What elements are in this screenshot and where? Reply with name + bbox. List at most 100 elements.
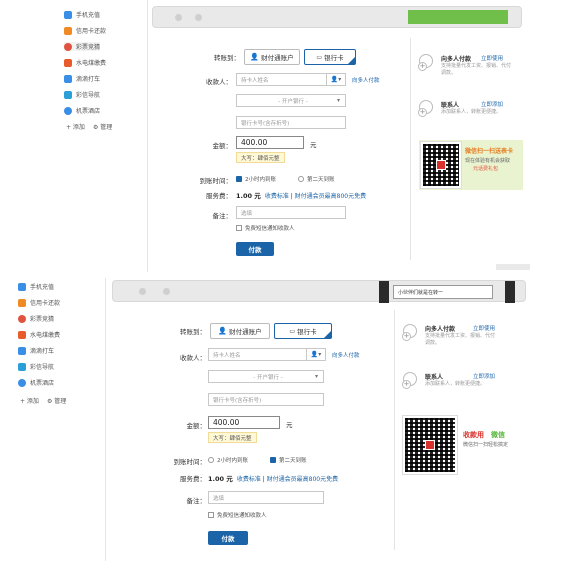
note-label: 备注： xyxy=(186,497,207,505)
arrival-radio-nextday[interactable]: 第二天到账 xyxy=(270,456,307,464)
bank-select[interactable]: - 开户银行 - ▾ xyxy=(208,370,324,383)
manage-link[interactable]: ⚙ 管理 xyxy=(47,396,66,405)
add-link[interactable]: + 添加 xyxy=(66,122,85,131)
sidebar-item-taxi[interactable]: 滴滴打车 xyxy=(18,346,54,355)
sidebar-ops: + 添加 ⚙ 管理 xyxy=(20,396,66,405)
arrival-radio-nextday[interactable]: 第二天到账 xyxy=(298,175,335,183)
selected-corner-icon xyxy=(324,331,331,338)
manage-link[interactable]: ⚙ 管理 xyxy=(93,122,112,131)
tab-tenpay-account[interactable]: 👤 财付通账户 xyxy=(244,49,300,65)
tab-tenpay-account[interactable]: 👤 财付通账户 xyxy=(210,323,270,339)
contact-picker-icon[interactable]: 👤▾ xyxy=(306,348,326,361)
amount-input[interactable]: 400.00 xyxy=(208,416,280,429)
address-bar[interactable]: 小伙伴们就是在转一 xyxy=(393,285,493,299)
note-input[interactable]: 选填 xyxy=(208,491,324,504)
mobile-icon xyxy=(64,10,72,19)
credit-card-icon xyxy=(64,26,72,35)
qr-code-icon xyxy=(420,141,462,189)
qr-logo-icon xyxy=(436,160,446,170)
card-number-input[interactable]: 银行卡号(含存折号) xyxy=(236,116,346,129)
member-free-link[interactable]: 财付通会员最高800元免费 xyxy=(267,476,338,483)
banner-strip xyxy=(408,10,508,24)
contact-add-icon xyxy=(418,100,433,117)
note-input[interactable]: 选填 xyxy=(236,206,346,219)
add-link[interactable]: + 添加 xyxy=(20,396,39,405)
contact-add-icon xyxy=(402,372,417,389)
multi-pay-link[interactable]: 立即使用 xyxy=(481,54,503,62)
amount-input[interactable]: 400.00 xyxy=(236,136,304,149)
plane-icon xyxy=(64,106,72,115)
batch-pay-link[interactable]: 向多人付款 xyxy=(332,351,360,359)
sidebar-item-mobile[interactable]: 手机充值 xyxy=(64,10,100,19)
screenshot-top: 手机充值 信用卡还款 彩票竞猜 水电煤缴费 滴滴打车 彩信导航 机票酒店 + 添… xyxy=(60,0,530,272)
right-column-top: 向多人付款 立即使用 支持批量代发工资、报销、代付调款。 联系人 立即添加 添加… xyxy=(410,38,528,260)
scroll-indicator[interactable] xyxy=(496,264,530,270)
browser-bar-bottom: 小伙伴们就是在转一 xyxy=(112,280,526,303)
card-icon: ▭ xyxy=(316,53,323,61)
sms-checkbox[interactable]: 免费短信通知收款人 xyxy=(208,511,267,519)
contact-picker-icon[interactable]: 👤▾ xyxy=(326,73,346,86)
toolbar-divider xyxy=(379,281,389,303)
sidebar-item-lottery[interactable]: 彩票竞猜 xyxy=(64,42,101,51)
radio-icon xyxy=(298,176,304,182)
nav-dot[interactable] xyxy=(163,288,170,295)
sidebar-bottom: 手机充值 信用卡还款 彩票竞猜 水电煤缴费 滴滴打车 彩信导航 机票酒店 + 添… xyxy=(14,278,106,561)
card-icon: ▭ xyxy=(289,327,296,335)
amount-unit: 元 xyxy=(310,141,317,149)
fee-line: 1.00 元收费标准 | 财付通会员最高800元免费 xyxy=(236,192,367,200)
arrival-radio-2h[interactable]: 2小时内到账 xyxy=(236,175,276,183)
arrival-label: 到账时间： xyxy=(199,177,233,185)
contact-card: 联系人 立即添加 添加联系人，转账更便捷。 xyxy=(402,372,518,402)
batch-pay-link[interactable]: 向多人付款 xyxy=(352,76,380,84)
wechat-ad-top[interactable]: 微信扫一扫送表卡 现在体验有机会获取 元话费礼包 xyxy=(419,140,523,190)
amount-unit: 元 xyxy=(286,421,293,429)
member-free-link[interactable]: 财付通会员最高800元免费 xyxy=(295,193,366,200)
user-icon: 👤 xyxy=(250,53,260,61)
fee-label: 服务费： xyxy=(180,475,206,483)
sidebar-item-credit[interactable]: 信用卡还款 xyxy=(18,298,60,307)
multi-pay-card: 向多人付款 立即使用 支持批量代发工资、报销、代付调款。 xyxy=(418,54,524,84)
sidebar-item-lottery[interactable]: 彩票竞猜 xyxy=(18,314,54,323)
sidebar-item-taxi[interactable]: 滴滴打车 xyxy=(64,74,100,83)
nav-dot[interactable] xyxy=(195,14,202,21)
arrival-radio-2h[interactable]: 2小时内到账 xyxy=(208,456,248,464)
sidebar-item-utility[interactable]: 水电煤缴费 xyxy=(18,330,60,339)
nav-dot[interactable] xyxy=(139,288,146,295)
fee-standard-link[interactable]: 收费标准 xyxy=(237,476,261,483)
sidebar-item-nav[interactable]: 彩信导航 xyxy=(18,362,54,371)
selected-corner-icon xyxy=(348,57,355,64)
transfer-to-label: 转账到： xyxy=(180,328,206,336)
fee-label: 服务费： xyxy=(206,192,232,200)
multi-user-icon xyxy=(418,54,433,71)
fee-standard-link[interactable]: 收费标准 xyxy=(265,193,289,200)
payee-label: 收款人： xyxy=(180,354,206,362)
sidebar-item-credit[interactable]: 信用卡还款 xyxy=(64,26,106,35)
sidebar-item-plane[interactable]: 机票酒店 xyxy=(18,378,54,387)
radio-selected-icon xyxy=(236,176,242,182)
pay-button[interactable]: 付款 xyxy=(208,531,248,545)
chevron-down-icon: ▾ xyxy=(314,373,318,380)
sidebar-item-plane[interactable]: 机票酒店 xyxy=(64,106,100,115)
card-number-input[interactable]: 银行卡号(含存折号) xyxy=(208,393,324,406)
contact-add-link[interactable]: 立即添加 xyxy=(481,100,503,108)
lottery-icon xyxy=(64,42,72,51)
mobile-icon xyxy=(18,282,26,291)
sidebar-top: 手机充值 信用卡还款 彩票竞猜 水电煤缴费 滴滴打车 彩信导航 机票酒店 + 添… xyxy=(60,0,148,272)
multi-pay-link[interactable]: 立即使用 xyxy=(473,324,495,332)
sidebar-item-utility[interactable]: 水电煤缴费 xyxy=(64,58,106,67)
wechat-ad-bottom[interactable]: 收款用 微信 微信扫一扫轻松搞定 xyxy=(402,415,519,476)
navigation-icon xyxy=(18,362,26,371)
tab-bank-card[interactable]: ▭ 银行卡 xyxy=(274,323,332,339)
transfer-to-label: 转账到： xyxy=(214,54,240,62)
screenshot-bottom: 手机充值 信用卡还款 彩票竞猜 水电煤缴费 滴滴打车 彩信导航 机票酒店 + 添… xyxy=(14,278,570,561)
pay-button[interactable]: 付款 xyxy=(236,242,274,256)
tab-bank-card[interactable]: ▭ 银行卡 xyxy=(304,49,356,65)
nav-dot[interactable] xyxy=(175,14,182,21)
multi-user-icon xyxy=(402,324,417,341)
bank-select[interactable]: - 开户银行 - ▾ xyxy=(236,94,346,107)
sidebar-item-nav[interactable]: 彩信导航 xyxy=(64,90,100,99)
sidebar-ops: + 添加 ⚙ 管理 xyxy=(66,122,112,131)
sidebar-item-mobile[interactable]: 手机充值 xyxy=(18,282,54,291)
contact-add-link[interactable]: 立即添加 xyxy=(473,372,495,380)
sms-checkbox[interactable]: 免费短信通知收款人 xyxy=(236,224,295,232)
